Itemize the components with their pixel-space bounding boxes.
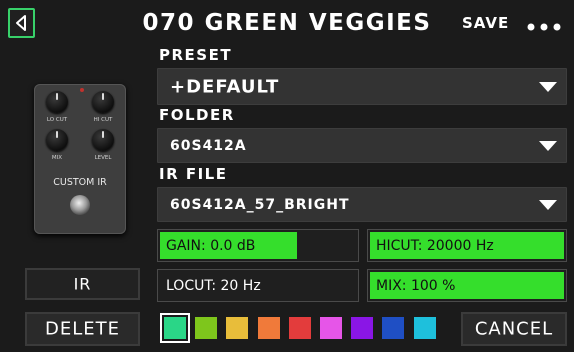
more-dots-icon xyxy=(527,23,561,31)
gain-value: GAIN: 0.0 dB xyxy=(166,237,256,254)
chevron-down-icon xyxy=(539,199,557,210)
chevron-down-icon xyxy=(539,81,557,92)
preset-value: +DEFAULT xyxy=(170,76,280,97)
gain-field[interactable]: GAIN: 0.0 dB xyxy=(157,229,359,262)
back-button[interactable] xyxy=(8,8,35,38)
locut-field[interactable]: LOCUT: 20 Hz xyxy=(157,269,359,302)
mix-knob xyxy=(46,129,68,151)
lo-cut-knob xyxy=(46,91,68,113)
hi-cut-knob xyxy=(92,91,114,113)
custom-ir-pedal-image: LO CUT HI CUT MIX LEVEL CUSTOM IR xyxy=(34,84,126,234)
delete-button[interactable]: DELETE xyxy=(25,312,140,346)
level-knob xyxy=(92,129,114,151)
hicut-field[interactable]: HICUT: 20000 Hz xyxy=(367,229,567,262)
color-swatch[interactable] xyxy=(164,317,186,339)
ir-file-dropdown[interactable]: 60S412A_57_BRIGHT xyxy=(157,187,567,222)
color-swatch[interactable] xyxy=(382,317,405,339)
chevron-down-icon xyxy=(539,140,557,151)
pedal-name: CUSTOM IR xyxy=(53,177,107,188)
knob-label: LO CUT xyxy=(46,117,68,123)
ir-button-label: IR xyxy=(73,274,92,294)
color-swatch[interactable] xyxy=(226,317,249,339)
ir-file-value: 60S412A_57_BRIGHT xyxy=(170,196,350,213)
footswitch-icon xyxy=(70,195,90,215)
color-swatch[interactable] xyxy=(257,317,280,339)
color-swatch[interactable] xyxy=(320,317,342,339)
back-arrow-icon xyxy=(16,15,26,31)
knob-label: MIX xyxy=(51,155,63,161)
mix-field[interactable]: MIX: 100 % xyxy=(367,269,567,302)
locut-value: LOCUT: 20 Hz xyxy=(166,277,261,294)
knob-label: HI CUT xyxy=(93,117,113,123)
folder-label: FOLDER xyxy=(159,106,235,124)
knob-label: LEVEL xyxy=(94,155,112,161)
color-swatch[interactable] xyxy=(413,317,436,339)
hicut-value: HICUT: 20000 Hz xyxy=(376,237,494,254)
more-options-button[interactable] xyxy=(524,15,568,37)
preset-dropdown[interactable]: +DEFAULT xyxy=(157,68,567,105)
folder-value: 60S412A xyxy=(170,137,247,154)
color-swatch[interactable] xyxy=(351,317,374,339)
ir-button[interactable]: IR xyxy=(25,268,140,300)
color-swatch[interactable] xyxy=(288,317,311,339)
save-button[interactable]: SAVE xyxy=(462,14,514,38)
preset-label: PRESET xyxy=(159,46,233,64)
mix-value: MIX: 100 % xyxy=(376,277,456,294)
cancel-button-label: CANCEL xyxy=(474,318,554,340)
ir-file-label: IR FILE xyxy=(159,165,228,183)
pedal-led xyxy=(80,88,84,92)
cancel-button[interactable]: CANCEL xyxy=(461,312,567,346)
folder-dropdown[interactable]: 60S412A xyxy=(157,128,567,163)
color-swatch[interactable] xyxy=(195,317,218,339)
delete-button-label: DELETE xyxy=(44,318,120,340)
